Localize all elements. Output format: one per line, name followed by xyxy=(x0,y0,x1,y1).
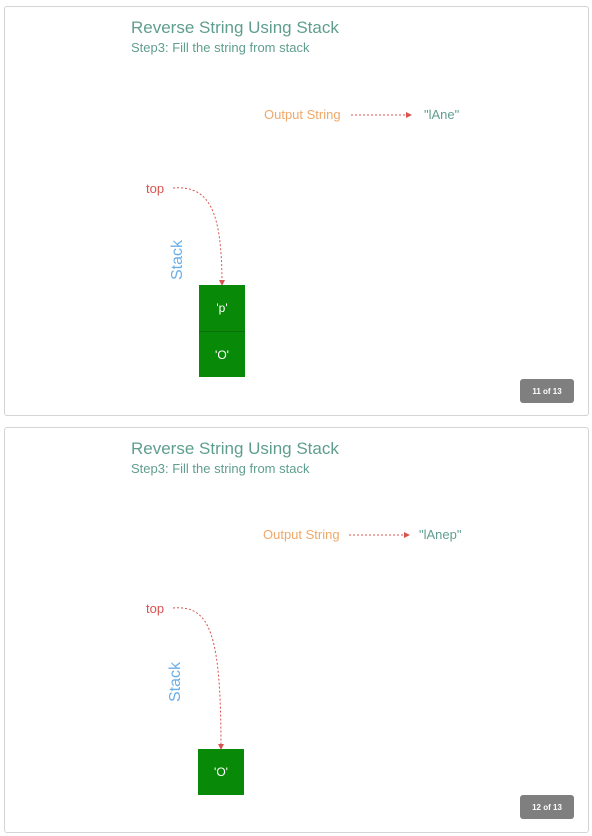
output-string-label: Output String xyxy=(263,527,340,542)
slide-12: Reverse String Using Stack Step3: Fill t… xyxy=(4,427,589,833)
output-string-label: Output String xyxy=(264,107,341,122)
output-string-value: "lAne" xyxy=(424,107,460,122)
stack-cell-bottom: 'O' xyxy=(199,331,245,377)
slide-11: Reverse String Using Stack Step3: Fill t… xyxy=(4,6,589,416)
stack-label: Stack xyxy=(167,662,184,703)
stack-label: Stack xyxy=(169,240,186,281)
slide-counter: 12 of 13 xyxy=(520,795,574,819)
top-pointer-label: top xyxy=(146,181,165,196)
stack-cell-top: 'O' xyxy=(198,749,244,795)
arrows-layer xyxy=(172,112,412,286)
top-pointer-label: top xyxy=(146,601,165,616)
output-string-value: "lAnep" xyxy=(419,527,462,542)
stack-cell-top: 'p' xyxy=(199,285,245,331)
arrows-layer xyxy=(172,532,410,750)
slide-counter: 11 of 13 xyxy=(520,379,574,403)
